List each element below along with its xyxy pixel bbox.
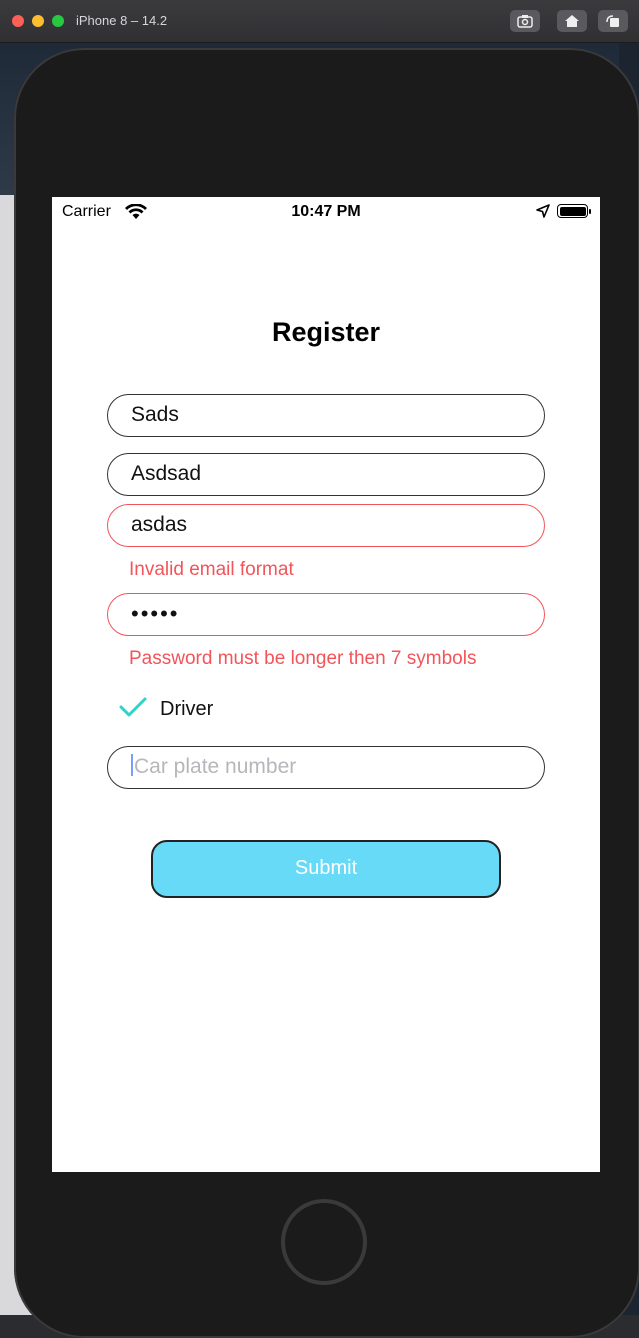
car-plate-placeholder: Car plate number (134, 755, 297, 778)
simulator-title-bar: iPhone 8 – 14.2 (0, 0, 639, 43)
maximize-window-button[interactable] (52, 15, 64, 27)
minimize-window-button[interactable] (32, 15, 44, 27)
car-plate-input[interactable]: Car plate number (107, 746, 545, 789)
status-time: 10:47 PM (291, 203, 361, 220)
home-icon (565, 15, 579, 27)
rotate-button[interactable] (598, 10, 628, 32)
status-bar: Carrier 10:47 PM (52, 197, 600, 227)
password-field[interactable]: ••••• (107, 593, 545, 636)
driver-checkbox-label[interactable]: Driver (160, 698, 213, 721)
text-cursor (131, 754, 133, 777)
app-screen: Carrier 10:47 PM Register Sads Asdsad as… (52, 197, 600, 1172)
email-field[interactable]: asdas (107, 504, 545, 547)
close-window-button[interactable] (12, 15, 24, 27)
location-arrow-icon (536, 204, 550, 218)
last-name-field[interactable]: Asdsad (107, 453, 545, 496)
simulator-title: iPhone 8 – 14.2 (76, 13, 168, 28)
email-error-message: Invalid email format (129, 559, 294, 580)
battery-icon (557, 204, 591, 218)
home-button[interactable] (557, 10, 587, 32)
checkmark-icon[interactable] (119, 696, 147, 718)
page-title: Register (271, 317, 381, 347)
rotate-icon (606, 15, 619, 27)
device-home-button[interactable] (281, 1199, 367, 1285)
submit-button[interactable]: Submit (151, 840, 501, 898)
password-error-message: Password must be longer then 7 symbols (129, 648, 477, 669)
screenshot-icon (517, 15, 533, 28)
screenshot-button[interactable] (510, 10, 540, 32)
first-name-field[interactable]: Sads (107, 394, 545, 437)
